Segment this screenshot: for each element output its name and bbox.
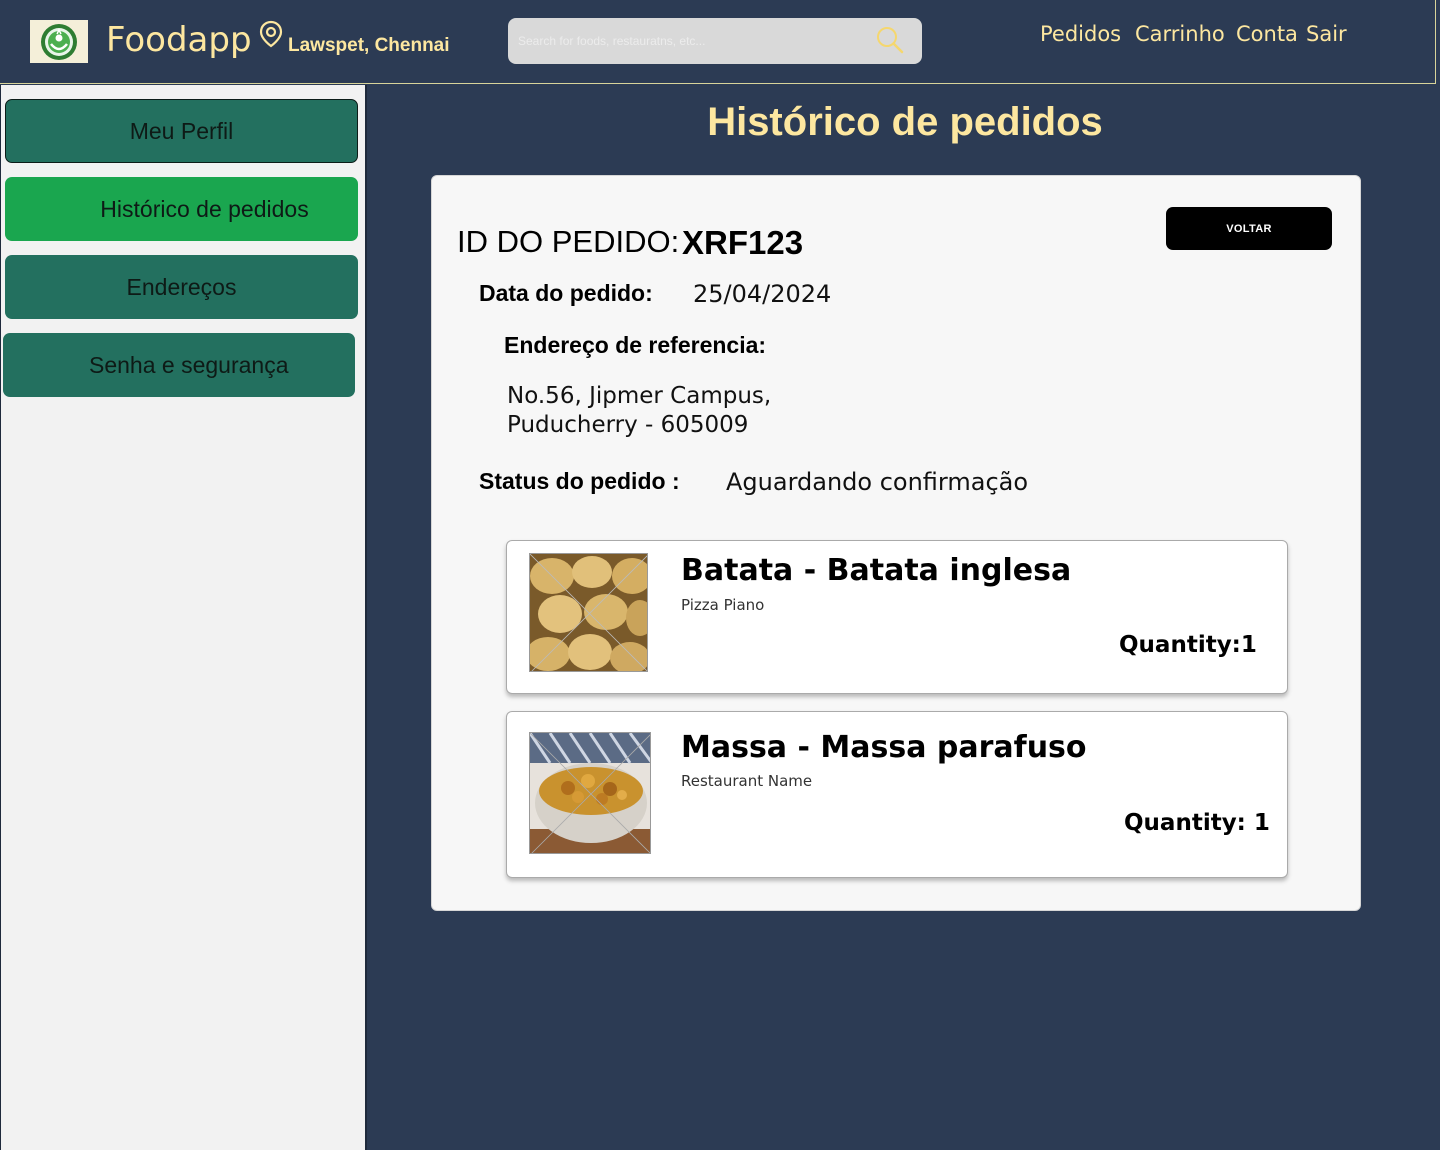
page-title: Histórico de pedidos: [707, 100, 1103, 144]
sidebar-item-label: Histórico de pedidos: [100, 195, 309, 222]
sidebar-item-profile[interactable]: Meu Perfil: [5, 99, 358, 163]
address-block: No.56, Jipmer Campus, Puducherry - 60500…: [507, 382, 771, 440]
nav-orders[interactable]: Pedidos: [1040, 22, 1121, 46]
order-date-label: Data do pedido:: [479, 280, 653, 306]
item-restaurant: Pizza Piano: [681, 596, 765, 614]
search-input[interactable]: [518, 30, 858, 52]
sidebar: Meu Perfil Histórico de pedidos Endereço…: [0, 85, 367, 1150]
address-label: Endereço de referencia:: [504, 332, 767, 358]
address-line-1: No.56, Jipmer Campus,: [507, 383, 772, 409]
item-name: Batata - Batata inglesa: [681, 553, 1072, 588]
order-card: ID DO PEDIDO: XRF123 VOLTAR Data do pedi…: [431, 175, 1361, 911]
location-label[interactable]: Lawspet, Chennai: [288, 35, 450, 57]
logo-icon: [41, 23, 77, 60]
top-header: Foodapp Lawspet, Chennai Pedidos Carrinh…: [0, 0, 1436, 84]
status-label: Status do pedido :: [479, 468, 680, 494]
potatoes-image: [529, 553, 648, 672]
order-id-value: XRF123: [682, 224, 804, 261]
logo[interactable]: [30, 20, 88, 63]
sidebar-item-addresses[interactable]: Endereços: [5, 255, 358, 319]
search-icon[interactable]: [876, 26, 904, 54]
order-date-value: 25/04/2024: [693, 280, 832, 308]
search-bar: [508, 18, 922, 64]
item-quantity: Quantity: 1: [1124, 810, 1270, 836]
nav-account[interactable]: Conta: [1236, 22, 1298, 46]
sidebar-item-label: Senha e segurança: [89, 351, 289, 378]
item-quantity: Quantity:1: [1119, 632, 1257, 658]
order-item[interactable]: Batata - Batata inglesa Pizza Piano Quan…: [506, 540, 1288, 694]
status-value: Aguardando confirmação: [726, 468, 1029, 496]
address-line-2: Puducherry - 605009: [507, 412, 749, 438]
sidebar-item-label: Endereços: [126, 273, 237, 300]
brand-name[interactable]: Foodapp: [106, 20, 252, 60]
order-id-label: ID DO PEDIDO:: [457, 224, 680, 259]
location-pin-icon: [259, 20, 283, 48]
back-button[interactable]: VOLTAR: [1166, 207, 1332, 250]
sidebar-item-label: Meu Perfil: [129, 117, 234, 144]
item-restaurant: Restaurant Name: [681, 772, 813, 790]
nav-logout[interactable]: Sair: [1306, 22, 1347, 46]
nav-cart[interactable]: Carrinho: [1135, 22, 1225, 46]
item-name: Massa - Massa parafuso: [681, 730, 1087, 765]
sidebar-item-security[interactable]: Senha e segurança: [3, 333, 355, 397]
pasta-image: [529, 732, 651, 854]
sidebar-item-order-history[interactable]: Histórico de pedidos: [5, 177, 358, 241]
order-item[interactable]: Massa - Massa parafuso Restaurant Name Q…: [506, 711, 1288, 878]
